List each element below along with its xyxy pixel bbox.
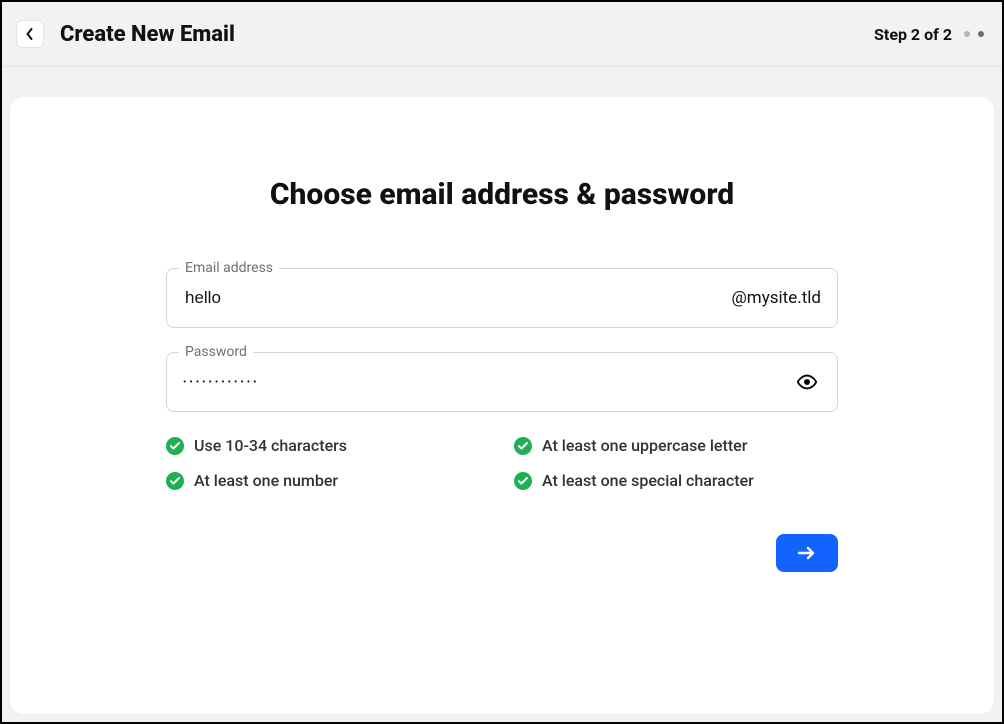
- step-dot: [978, 31, 984, 37]
- check-circle-icon: [166, 472, 184, 490]
- back-button[interactable]: [16, 20, 44, 48]
- password-requirements: Use 10-34 characters At least one upperc…: [166, 436, 838, 490]
- header: Create New Email Step 2 of 2: [2, 2, 1002, 67]
- form-heading: Choose email address & password: [166, 177, 838, 212]
- header-right: Step 2 of 2: [874, 25, 984, 44]
- page-title: Create New Email: [60, 22, 235, 47]
- requirement-text: At least one uppercase letter: [542, 436, 747, 455]
- email-domain-suffix: @mysite.tld: [724, 288, 821, 308]
- eye-icon: [796, 371, 818, 393]
- email-field: Email address @mysite.tld: [166, 268, 838, 328]
- requirement-item: At least one special character: [514, 471, 838, 490]
- email-label: Email address: [179, 260, 279, 276]
- arrow-right-icon: [797, 546, 817, 560]
- check-circle-icon: [514, 437, 532, 455]
- actions-row: [166, 534, 838, 572]
- email-field-inner: @mysite.tld: [167, 269, 837, 327]
- card: Choose email address & password Email ad…: [10, 97, 994, 714]
- requirement-item: Use 10-34 characters: [166, 436, 490, 455]
- password-input[interactable]: ••••••••••••: [183, 377, 793, 388]
- next-button[interactable]: [776, 534, 838, 572]
- check-circle-icon: [514, 472, 532, 490]
- password-field-inner: ••••••••••••: [167, 353, 837, 411]
- toggle-password-visibility-button[interactable]: [793, 368, 821, 396]
- step-dot: [964, 31, 970, 37]
- password-label: Password: [179, 344, 253, 360]
- form: Choose email address & password Email ad…: [166, 177, 838, 572]
- step-dots: [964, 31, 984, 37]
- password-field: Password ••••••••••••: [166, 352, 838, 412]
- header-left: Create New Email: [16, 20, 235, 48]
- content-area: Choose email address & password Email ad…: [2, 67, 1002, 722]
- requirement-item: At least one uppercase letter: [514, 436, 838, 455]
- check-circle-icon: [166, 437, 184, 455]
- chevron-left-icon: [26, 28, 34, 40]
- requirement-text: Use 10-34 characters: [194, 436, 347, 455]
- step-indicator-text: Step 2 of 2: [874, 25, 952, 44]
- requirement-item: At least one number: [166, 471, 490, 490]
- requirement-text: At least one special character: [542, 471, 754, 490]
- requirement-text: At least one number: [194, 471, 338, 490]
- email-input[interactable]: [183, 269, 724, 327]
- app-frame: Create New Email Step 2 of 2 Choose emai…: [0, 0, 1004, 724]
